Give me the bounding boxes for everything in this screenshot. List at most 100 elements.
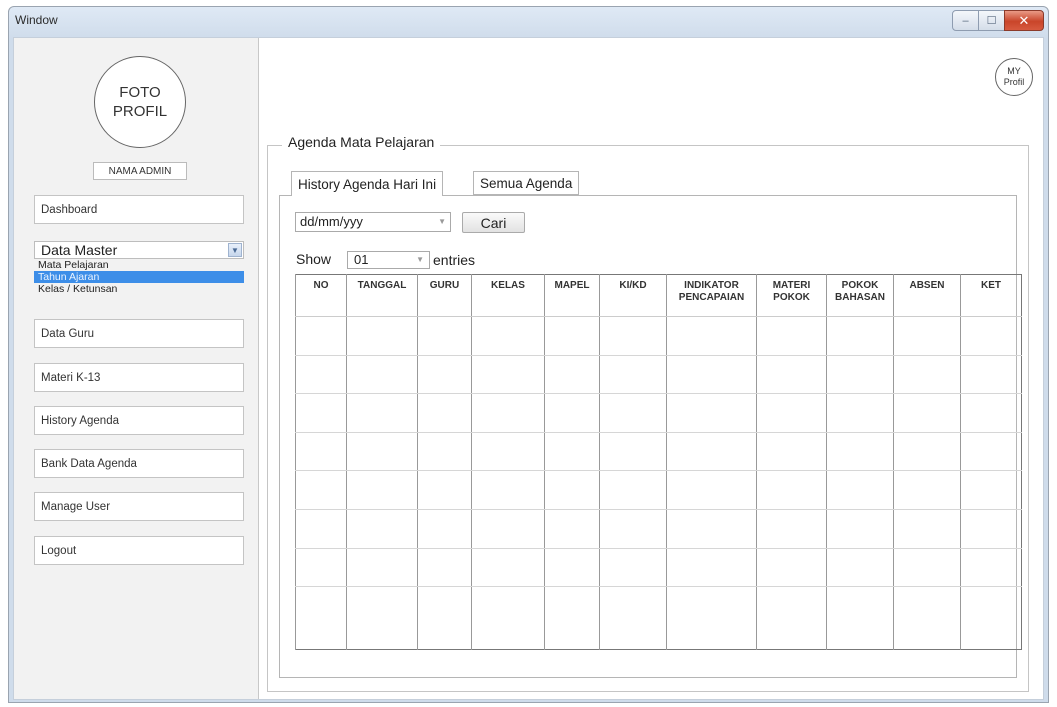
- table-cell: [756, 586, 827, 650]
- column-header[interactable]: TANGGAL: [346, 274, 418, 317]
- chevron-down-icon[interactable]: ▼: [228, 243, 242, 257]
- table-cell: [756, 509, 827, 549]
- data-master-option[interactable]: Tahun Ajaran: [34, 271, 244, 283]
- table-cell: [666, 509, 757, 549]
- date-filter-dropdown[interactable]: dd/mm/yyy ▼: [295, 212, 451, 232]
- table-cell: [599, 355, 667, 395]
- table-cell: [666, 393, 757, 433]
- close-button[interactable]: ✕: [1004, 10, 1044, 31]
- maximize-button[interactable]: ☐: [978, 10, 1005, 31]
- table-row[interactable]: [295, 355, 1022, 395]
- column-header[interactable]: MATERI POKOK: [756, 274, 827, 317]
- table-cell: [960, 393, 1022, 433]
- chevron-down-icon: ▼: [438, 217, 446, 226]
- table-cell: [346, 548, 418, 588]
- table-cell: [826, 509, 894, 549]
- chevron-down-icon: ▼: [416, 255, 424, 264]
- table-cell: [471, 470, 545, 511]
- minimize-button[interactable]: –: [952, 10, 979, 31]
- table-cell: [893, 470, 961, 511]
- table-cell: [346, 316, 418, 356]
- table-cell: [417, 586, 472, 650]
- table-cell: [295, 548, 347, 588]
- table-cell: [826, 316, 894, 356]
- table-row[interactable]: [295, 509, 1022, 549]
- tab-semua-agenda[interactable]: Semua Agenda: [473, 171, 580, 195]
- table-row[interactable]: [295, 316, 1022, 356]
- my-profil-button[interactable]: MY Profil: [995, 58, 1033, 96]
- client-area: FOTO PROFIL NAMA ADMIN Dashboard Data Ma…: [13, 37, 1044, 700]
- table-cell: [756, 316, 827, 356]
- table-cell: [295, 316, 347, 356]
- group-title: Agenda Mata Pelajaran: [282, 134, 441, 150]
- table-cell: [826, 586, 894, 650]
- table-cell: [346, 393, 418, 433]
- table-cell: [544, 355, 600, 395]
- table-cell: [599, 470, 667, 511]
- table-cell: [960, 470, 1022, 511]
- column-header[interactable]: KI/KD: [599, 274, 667, 317]
- table-row[interactable]: [295, 432, 1022, 472]
- avatar-label-line1: FOTO: [119, 84, 161, 101]
- sidebar-item-dashboard[interactable]: Dashboard: [34, 195, 244, 224]
- table-cell: [346, 432, 418, 472]
- table-cell: [295, 586, 347, 650]
- sidebar-item-data-guru[interactable]: Data Guru: [34, 319, 244, 348]
- avatar-label-line2: PROFIL: [112, 103, 168, 120]
- table-row[interactable]: [295, 586, 1022, 650]
- sidebar-item-bank-data-agenda[interactable]: Bank Data Agenda: [34, 449, 244, 478]
- table-header-row: NO TANGGAL GURU KELAS MAPEL KI/KD INDIKATOR PE…: [295, 274, 1022, 317]
- avatar[interactable]: FOTO PROFIL: [94, 56, 186, 148]
- column-header[interactable]: INDIKATOR PENCAPAIAN: [666, 274, 757, 317]
- table-cell: [544, 548, 600, 588]
- entries-dropdown[interactable]: 01 ▼: [347, 251, 430, 269]
- table-cell: [826, 432, 894, 472]
- column-header[interactable]: POKOK BAHASAN: [826, 274, 894, 317]
- table-cell: [756, 470, 827, 511]
- table-cell: [417, 393, 472, 433]
- data-master-label: Data Master: [41, 242, 118, 258]
- table-cell: [960, 509, 1022, 549]
- tab-history-agenda-hari-ini[interactable]: History Agenda Hari Ini: [291, 171, 444, 196]
- table-cell: [599, 316, 667, 356]
- data-master-option[interactable]: Kelas / Ketunsan: [34, 283, 244, 295]
- my-profil-line2: Profil: [1003, 77, 1025, 87]
- title-bar[interactable]: Window – ☐ ✕: [9, 7, 1048, 37]
- table-cell: [599, 586, 667, 650]
- data-master-option[interactable]: Mata Pelajaran: [34, 259, 244, 271]
- column-header[interactable]: NO: [295, 274, 347, 317]
- table-cell: [471, 355, 545, 395]
- table-cell: [826, 470, 894, 511]
- window-title: Window: [15, 13, 58, 27]
- my-profil-line1: MY: [1007, 66, 1021, 76]
- table-cell: [599, 509, 667, 549]
- sidebar-item-manage-user[interactable]: Manage User: [34, 492, 244, 521]
- sidebar-item-logout[interactable]: Logout: [34, 536, 244, 565]
- table-cell: [893, 509, 961, 549]
- entries-value: 01: [354, 252, 369, 267]
- table-cell: [544, 316, 600, 356]
- column-header[interactable]: KET: [960, 274, 1022, 317]
- table-cell: [471, 432, 545, 472]
- table-cell: [599, 393, 667, 433]
- table-cell: [666, 586, 757, 650]
- column-header[interactable]: MAPEL: [544, 274, 600, 317]
- table-cell: [960, 586, 1022, 650]
- column-header[interactable]: ABSEN: [893, 274, 961, 317]
- table-cell: [346, 586, 418, 650]
- table-cell: [666, 470, 757, 511]
- table-row[interactable]: [295, 470, 1022, 511]
- table-cell: [960, 355, 1022, 395]
- column-header[interactable]: KELAS: [471, 274, 545, 317]
- table-cell: [893, 548, 961, 588]
- table-cell: [756, 393, 827, 433]
- table-row[interactable]: [295, 393, 1022, 433]
- sidebar-item-history-agenda[interactable]: History Agenda: [34, 406, 244, 435]
- table-cell: [544, 470, 600, 511]
- sidebar-item-materi-k13[interactable]: Materi K-13: [34, 363, 244, 392]
- column-header[interactable]: GURU: [417, 274, 472, 317]
- search-button[interactable]: Cari: [462, 212, 525, 233]
- table-cell: [893, 432, 961, 472]
- data-master-dropdown[interactable]: Data Master ▼: [34, 241, 244, 259]
- table-row[interactable]: [295, 548, 1022, 588]
